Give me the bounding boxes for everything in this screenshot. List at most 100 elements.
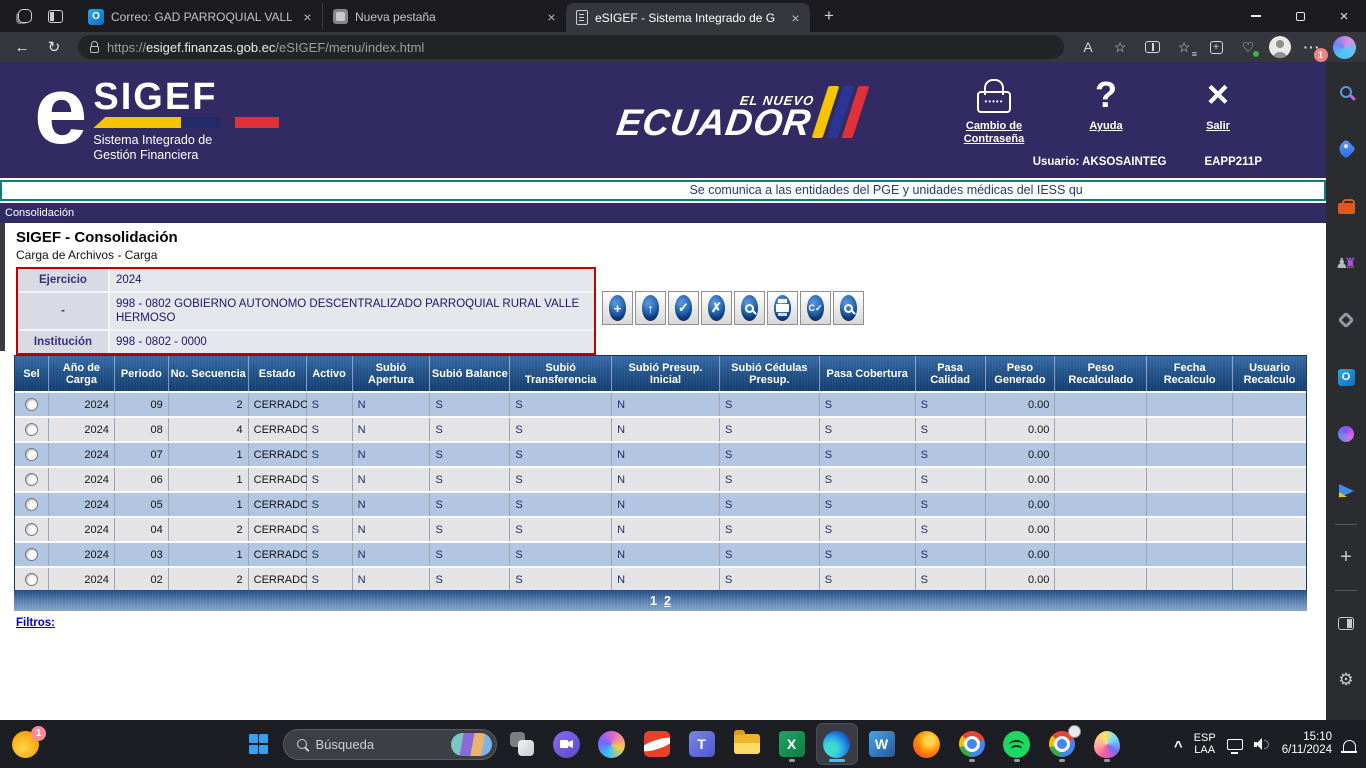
- view-file-button[interactable]: [734, 291, 765, 325]
- header-cell: Subió Balance: [430, 356, 510, 391]
- help-link[interactable]: ? Ayuda: [1060, 72, 1152, 133]
- excel-taskbar-button[interactable]: X: [772, 724, 812, 764]
- chrome-taskbar-button[interactable]: [952, 724, 992, 764]
- tab-close-icon[interactable]: ×: [299, 8, 316, 25]
- notifications-bell-icon[interactable]: [1343, 740, 1356, 751]
- taskbar-search[interactable]: Búsqueda: [283, 729, 497, 760]
- search-all-button[interactable]: [833, 291, 864, 325]
- header-cell: Peso Recalculado: [1055, 356, 1147, 391]
- restore-button[interactable]: [1278, 0, 1322, 32]
- approve-button[interactable]: C✓: [800, 291, 831, 325]
- page-link-2[interactable]: 2: [664, 594, 671, 608]
- row-radio[interactable]: [25, 498, 38, 511]
- taskbar-center: Búsqueda T X W: [240, 724, 1127, 764]
- pdf-reader-taskbar-button[interactable]: [637, 724, 677, 764]
- print-button[interactable]: [767, 291, 798, 325]
- form-label: Institución: [18, 331, 110, 353]
- table-cell: S: [916, 418, 986, 441]
- word-taskbar-button[interactable]: W: [862, 724, 902, 764]
- row-radio[interactable]: [25, 548, 38, 561]
- avatar: [1269, 36, 1291, 58]
- lens-icon: [741, 295, 758, 321]
- browser-tab[interactable]: OCorreo: GAD PARROQUIAL VALLE×: [78, 3, 322, 30]
- settings-more-button[interactable]: ···1: [1298, 34, 1326, 60]
- drop-sidebar-icon[interactable]: [1330, 475, 1362, 507]
- tab-close-icon[interactable]: ×: [543, 8, 560, 25]
- start-button[interactable]: [240, 725, 278, 763]
- chat-taskbar-button[interactable]: [547, 724, 587, 764]
- exit-link[interactable]: × Salir: [1172, 72, 1264, 133]
- m365-sidebar-icon[interactable]: [1330, 304, 1362, 336]
- hidden-icons-chevron[interactable]: ^: [1174, 738, 1183, 755]
- firefox-taskbar-button[interactable]: [907, 724, 947, 764]
- delete-file-button[interactable]: ✗: [701, 291, 732, 325]
- minimize-button[interactable]: [1234, 0, 1278, 32]
- marquee-text: Se comunica a las entidades del PGE y un…: [689, 183, 1082, 197]
- close-window-button[interactable]: ×: [1322, 0, 1366, 32]
- table-cell: S: [916, 543, 986, 566]
- excel-icon: X: [779, 731, 805, 757]
- edge-taskbar-button[interactable]: [817, 724, 857, 764]
- table-cell: [1147, 493, 1233, 516]
- menu-item-consolidacion[interactable]: Consolidación: [5, 207, 74, 219]
- browser-tab[interactable]: eSIGEF - Sistema Integrado de G×: [566, 3, 810, 32]
- file-explorer-taskbar-button[interactable]: [727, 724, 767, 764]
- favorites-button[interactable]: ☆: [1170, 34, 1198, 60]
- filters-link[interactable]: Filtros:: [16, 617, 55, 629]
- network-icon[interactable]: [1227, 739, 1243, 750]
- row-radio[interactable]: [25, 448, 38, 461]
- volume-icon[interactable]: [1254, 737, 1271, 751]
- teams-taskbar-button[interactable]: T: [682, 724, 722, 764]
- new-tab-button[interactable]: +: [816, 3, 842, 29]
- row-radio[interactable]: [25, 398, 38, 411]
- table-cell: CERRADO: [249, 418, 307, 441]
- split-screen-button[interactable]: [1138, 34, 1166, 60]
- weather-widget[interactable]: 1: [12, 731, 39, 758]
- table-cell: S: [510, 568, 612, 591]
- upload-file-button[interactable]: ↑: [635, 291, 666, 325]
- chrome-work-taskbar-button[interactable]: [1042, 724, 1082, 764]
- copilot-button[interactable]: [1330, 34, 1358, 60]
- tab-close-icon[interactable]: ×: [787, 9, 804, 26]
- blue-bar: [183, 117, 221, 128]
- side-panel-icon[interactable]: [1330, 607, 1362, 639]
- browser-tab[interactable]: Nueva pestaña×: [322, 3, 566, 30]
- refresh-button[interactable]: ↻: [40, 34, 68, 60]
- workspaces-button[interactable]: [10, 3, 40, 29]
- table-cell: S: [820, 443, 916, 466]
- search-placeholder: Búsqueda: [316, 737, 442, 752]
- spotify-taskbar-button[interactable]: [997, 724, 1037, 764]
- row-radio[interactable]: [25, 523, 38, 536]
- address-bar[interactable]: https://esigef.finanzas.gob.ec/eSIGEF/me…: [78, 35, 1064, 59]
- task-view-taskbar-button[interactable]: [502, 724, 542, 764]
- language-indicator[interactable]: ESPLAA: [1194, 732, 1216, 757]
- change-password-link[interactable]: ••••• Cambio de Contraseña: [948, 72, 1040, 146]
- settings-icon[interactable]: ⚙: [1330, 664, 1362, 696]
- favorite-star-button[interactable]: ☆: [1106, 34, 1134, 60]
- row-radio[interactable]: [25, 423, 38, 436]
- games-sidebar-icon[interactable]: ♟♜: [1330, 247, 1362, 279]
- row-radio[interactable]: [25, 473, 38, 486]
- paint-taskbar-button[interactable]: [1087, 724, 1127, 764]
- back-button[interactable]: ←: [8, 34, 36, 60]
- table-cell: S: [430, 493, 510, 516]
- clock[interactable]: 15:106/11/2024: [1282, 731, 1332, 758]
- profile-button[interactable]: [1266, 34, 1294, 60]
- add-sidebar-icon[interactable]: +: [1330, 541, 1362, 573]
- outlook-sidebar-icon[interactable]: O: [1330, 361, 1362, 393]
- row-radio[interactable]: [25, 573, 38, 586]
- table-cell: 2024: [49, 543, 115, 566]
- browser-essentials-button[interactable]: ♡: [1234, 34, 1262, 60]
- search-sidebar-icon[interactable]: [1330, 76, 1362, 108]
- table-cell: 05: [115, 493, 169, 516]
- designer-sidebar-icon[interactable]: [1330, 418, 1362, 450]
- create-file-button[interactable]: +: [602, 291, 633, 325]
- tab-actions-button[interactable]: [40, 3, 70, 29]
- tools-sidebar-icon[interactable]: [1330, 190, 1362, 222]
- validate-file-button[interactable]: ✓: [668, 291, 699, 325]
- read-aloud-button[interactable]: A: [1074, 34, 1102, 60]
- collections-button[interactable]: +: [1202, 34, 1230, 60]
- shopping-sidebar-icon[interactable]: [1330, 133, 1362, 165]
- copilot-taskbar-button[interactable]: [592, 724, 632, 764]
- weather-icon: 1: [12, 731, 39, 758]
